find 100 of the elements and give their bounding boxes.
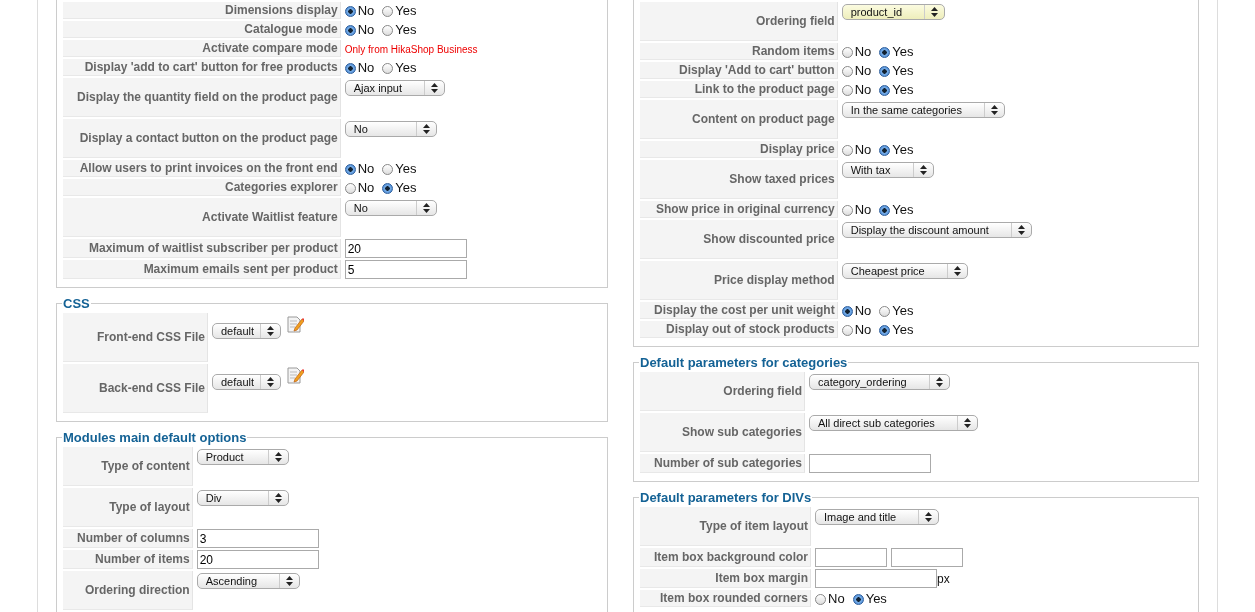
field-label: Show price in original currency	[640, 201, 838, 218]
text-field[interactable]: 20	[196, 550, 319, 569]
option-label: No	[854, 44, 872, 59]
dropdown[interactable]: category_ordering	[809, 374, 950, 390]
radio-button[interactable]	[344, 183, 356, 194]
option-label: Yes	[395, 3, 417, 18]
option-label: Yes	[892, 322, 914, 337]
radio-button[interactable]	[879, 66, 891, 77]
field-label: Display out of stock products	[640, 321, 838, 338]
field-label: Type of item layout	[640, 507, 812, 546]
radio-button[interactable]	[841, 47, 853, 58]
edit-icon[interactable]	[287, 315, 305, 333]
text-field[interactable]: 20	[344, 239, 467, 258]
field-label: Ordering direction	[63, 571, 193, 610]
radio-button[interactable]	[382, 6, 394, 17]
stepper-arrows-icon	[919, 165, 927, 175]
unit-label: px	[937, 571, 950, 586]
text-field[interactable]: 3	[196, 529, 319, 548]
radio-button[interactable]	[344, 164, 356, 175]
dropdown[interactable]: Display the discount amount	[841, 222, 1032, 238]
option-label: Yes	[892, 82, 914, 97]
dropdown[interactable]: Cheapest price	[841, 263, 968, 279]
stepper-arrows-icon	[431, 83, 438, 93]
field-label: Dimensions display	[63, 2, 341, 19]
radio-button[interactable]	[344, 6, 356, 17]
section-title: CSS	[62, 296, 91, 311]
dropdown[interactable]: Ajax input	[344, 80, 445, 96]
stepper-arrows-icon	[925, 512, 933, 522]
radio-button[interactable]	[879, 205, 891, 216]
radio-button[interactable]	[852, 594, 864, 605]
dropdown[interactable]: With tax	[841, 162, 934, 178]
radio-button[interactable]	[841, 145, 853, 156]
radio-button[interactable]	[382, 183, 394, 194]
radio-button[interactable]	[841, 306, 853, 317]
dropdown[interactable]: Ascending	[196, 573, 301, 589]
field-label: Allow users to print invoices on the front end	[63, 160, 341, 177]
option-label: Yes	[892, 202, 914, 217]
option-label: No	[357, 22, 375, 37]
option-label: No	[828, 591, 845, 606]
dropdown[interactable]: Product	[196, 449, 289, 465]
option-label: No	[854, 303, 872, 318]
stepper-arrows-icon	[286, 576, 294, 586]
field-label: Type of content	[63, 447, 193, 486]
dropdown[interactable]: product_id	[841, 4, 946, 20]
stepper-arrows-icon	[422, 124, 430, 134]
text-field[interactable]	[815, 569, 938, 588]
color-field[interactable]	[891, 548, 964, 567]
option-label: Yes	[865, 591, 887, 606]
dropdown[interactable]: In the same categories	[841, 102, 1005, 118]
radio-button[interactable]	[382, 164, 394, 175]
dropdown[interactable]: All direct sub categories	[809, 415, 978, 431]
color-field[interactable]	[815, 548, 888, 567]
radio-button[interactable]	[344, 63, 356, 74]
field-label: Item box background color	[640, 548, 812, 567]
radio-button[interactable]	[879, 325, 891, 336]
dropdown[interactable]: Image and title	[815, 509, 940, 525]
field-label: Price display method	[640, 261, 838, 300]
stepper-arrows-icon	[274, 493, 282, 503]
option-label: Yes	[395, 22, 417, 37]
field-label: Activate compare mode	[63, 40, 341, 57]
stepper-arrows-icon	[267, 377, 275, 387]
edit-icon[interactable]	[287, 366, 305, 384]
radio-button[interactable]	[841, 205, 853, 216]
option-label: No	[854, 142, 872, 157]
option-label: Yes	[395, 161, 417, 176]
field-label: Display the cost per unit weight	[640, 302, 838, 319]
radio-button[interactable]	[841, 66, 853, 77]
dropdown[interactable]: default	[212, 323, 282, 339]
field-label: Ordering field	[640, 372, 806, 411]
radio-button[interactable]	[879, 145, 891, 156]
dropdown[interactable]: No	[344, 121, 437, 137]
dropdown[interactable]: default	[212, 374, 282, 390]
radio-button[interactable]	[879, 85, 891, 96]
field-label: Display price	[640, 141, 838, 158]
radio-button[interactable]	[879, 47, 891, 58]
option-label: No	[854, 322, 872, 337]
radio-button[interactable]	[879, 306, 891, 317]
radio-button[interactable]	[344, 25, 356, 36]
option-label: No	[357, 180, 375, 195]
field-label: Display a contact button on the product page	[63, 119, 341, 158]
option-label: No	[854, 202, 872, 217]
field-label: Back-end CSS File	[63, 364, 208, 413]
option-label: No	[357, 3, 375, 18]
field-label: Item box margin	[640, 569, 812, 588]
text-field[interactable]: 5	[344, 260, 467, 279]
stepper-arrows-icon	[267, 326, 275, 336]
option-label: Yes	[892, 303, 914, 318]
radio-button[interactable]	[841, 325, 853, 336]
radio-button[interactable]	[815, 594, 827, 605]
field-label: Display 'Add to cart' button	[640, 62, 838, 79]
field-label: Front-end CSS File	[63, 313, 208, 362]
section-title: Default parameters for DIVs	[639, 490, 813, 505]
radio-button[interactable]	[841, 85, 853, 96]
field-label: Number of columns	[63, 529, 193, 548]
radio-button[interactable]	[382, 63, 394, 74]
dropdown[interactable]: Div	[196, 490, 289, 506]
radio-button[interactable]	[382, 25, 394, 36]
text-field[interactable]	[809, 454, 932, 473]
field-label: Ordering field	[640, 2, 838, 41]
dropdown[interactable]: No	[344, 200, 437, 216]
